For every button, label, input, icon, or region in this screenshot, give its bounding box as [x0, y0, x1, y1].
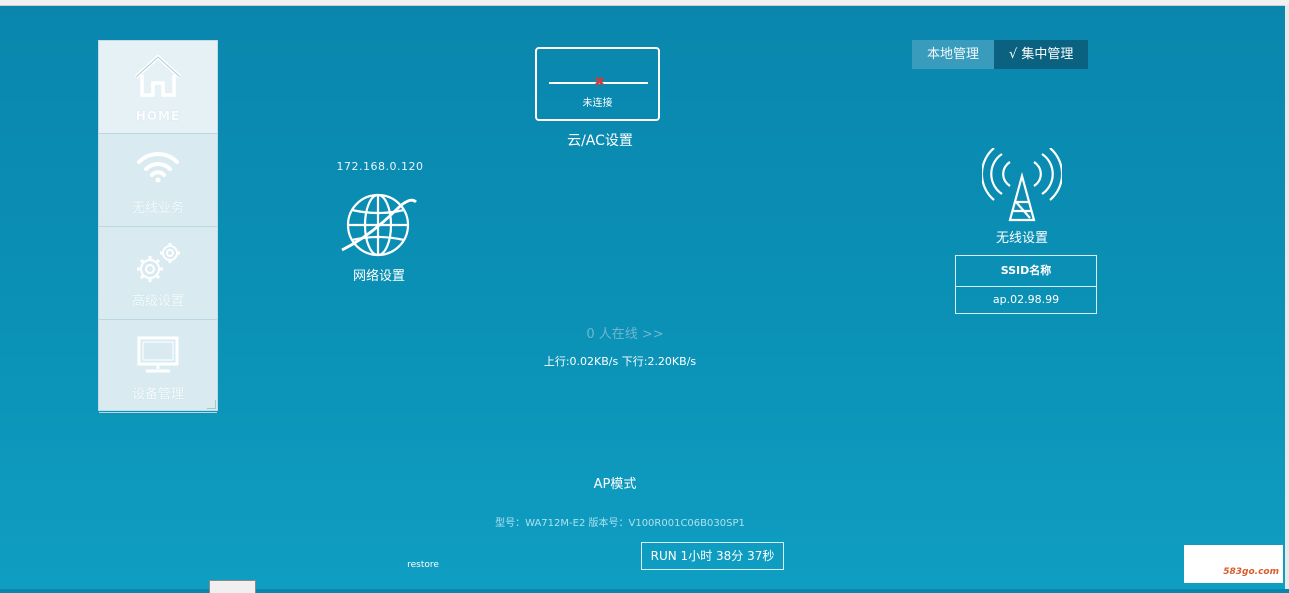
cloud-ac-settings-link[interactable]: 云/AC设置 [535, 130, 665, 150]
restore-link[interactable]: restore [398, 560, 448, 570]
ssid-value: ap.02.98.99 [992, 293, 1060, 306]
sidebar-item-advanced[interactable]: 高级设置 [99, 227, 217, 320]
ap-mode-label: AP模式 [593, 477, 637, 492]
wireless-settings-link[interactable]: 无线设置 [982, 227, 1062, 246]
scrollbar-edge [1285, 5, 1289, 589]
watermark-text: 583go.com [1223, 567, 1279, 577]
local-management-button[interactable]: 本地管理 [912, 40, 995, 69]
partial-control[interactable] [209, 580, 256, 593]
model-version-info: 型号：WA712M-E2 版本号：V100R001C06B030SP1 [495, 518, 745, 529]
gears-icon [99, 239, 217, 285]
monitor-icon [99, 336, 217, 374]
management-mode-toggle: 本地管理 √ 集中管理 [912, 40, 1089, 69]
sidebar-item-wireless[interactable]: 无线业务 [99, 134, 217, 227]
sidebar-item-label: 设备管理 [131, 387, 184, 402]
home-icon [99, 53, 217, 99]
cloud-ac-status-box[interactable]: ✖ 未连接 [535, 47, 660, 121]
ssid-header: SSID名称 [956, 256, 1096, 287]
antenna-tower-icon[interactable] [980, 147, 1064, 228]
ssid-table: SSID名称 ap.02.98.99 [955, 255, 1097, 314]
sidebar-menu: HOME 无线业务 高级设置 设备管理 [98, 40, 218, 413]
resize-grip [207, 400, 216, 409]
globe-icon[interactable] [340, 188, 420, 268]
runtime-display: RUN 1小时 38分 37秒 [641, 542, 784, 570]
online-users-link[interactable]: 0 人在线 >> [560, 323, 690, 342]
traffic-rate: 上行:0.02KB/s 下行:2.20KB/s [543, 355, 697, 368]
disconnected-icon: ✖ [594, 75, 605, 90]
watermark-logo: 583go.com [1184, 545, 1283, 583]
sidebar-item-label: HOME [135, 109, 181, 123]
sidebar-item-home[interactable]: HOME [99, 41, 217, 134]
ip-address: 172.168.0.120 [336, 160, 424, 173]
network-settings-link[interactable]: 网络设置 [340, 265, 418, 284]
sidebar-item-label: 高级设置 [131, 294, 184, 309]
sidebar-item-label: 无线业务 [131, 201, 184, 216]
central-management-button[interactable]: √ 集中管理 [994, 40, 1089, 69]
wifi-icon [99, 150, 217, 184]
browser-top-strip [0, 0, 1289, 6]
cloud-status-text: 未连接 [582, 98, 613, 109]
sidebar-item-device[interactable]: 设备管理 [99, 320, 217, 413]
